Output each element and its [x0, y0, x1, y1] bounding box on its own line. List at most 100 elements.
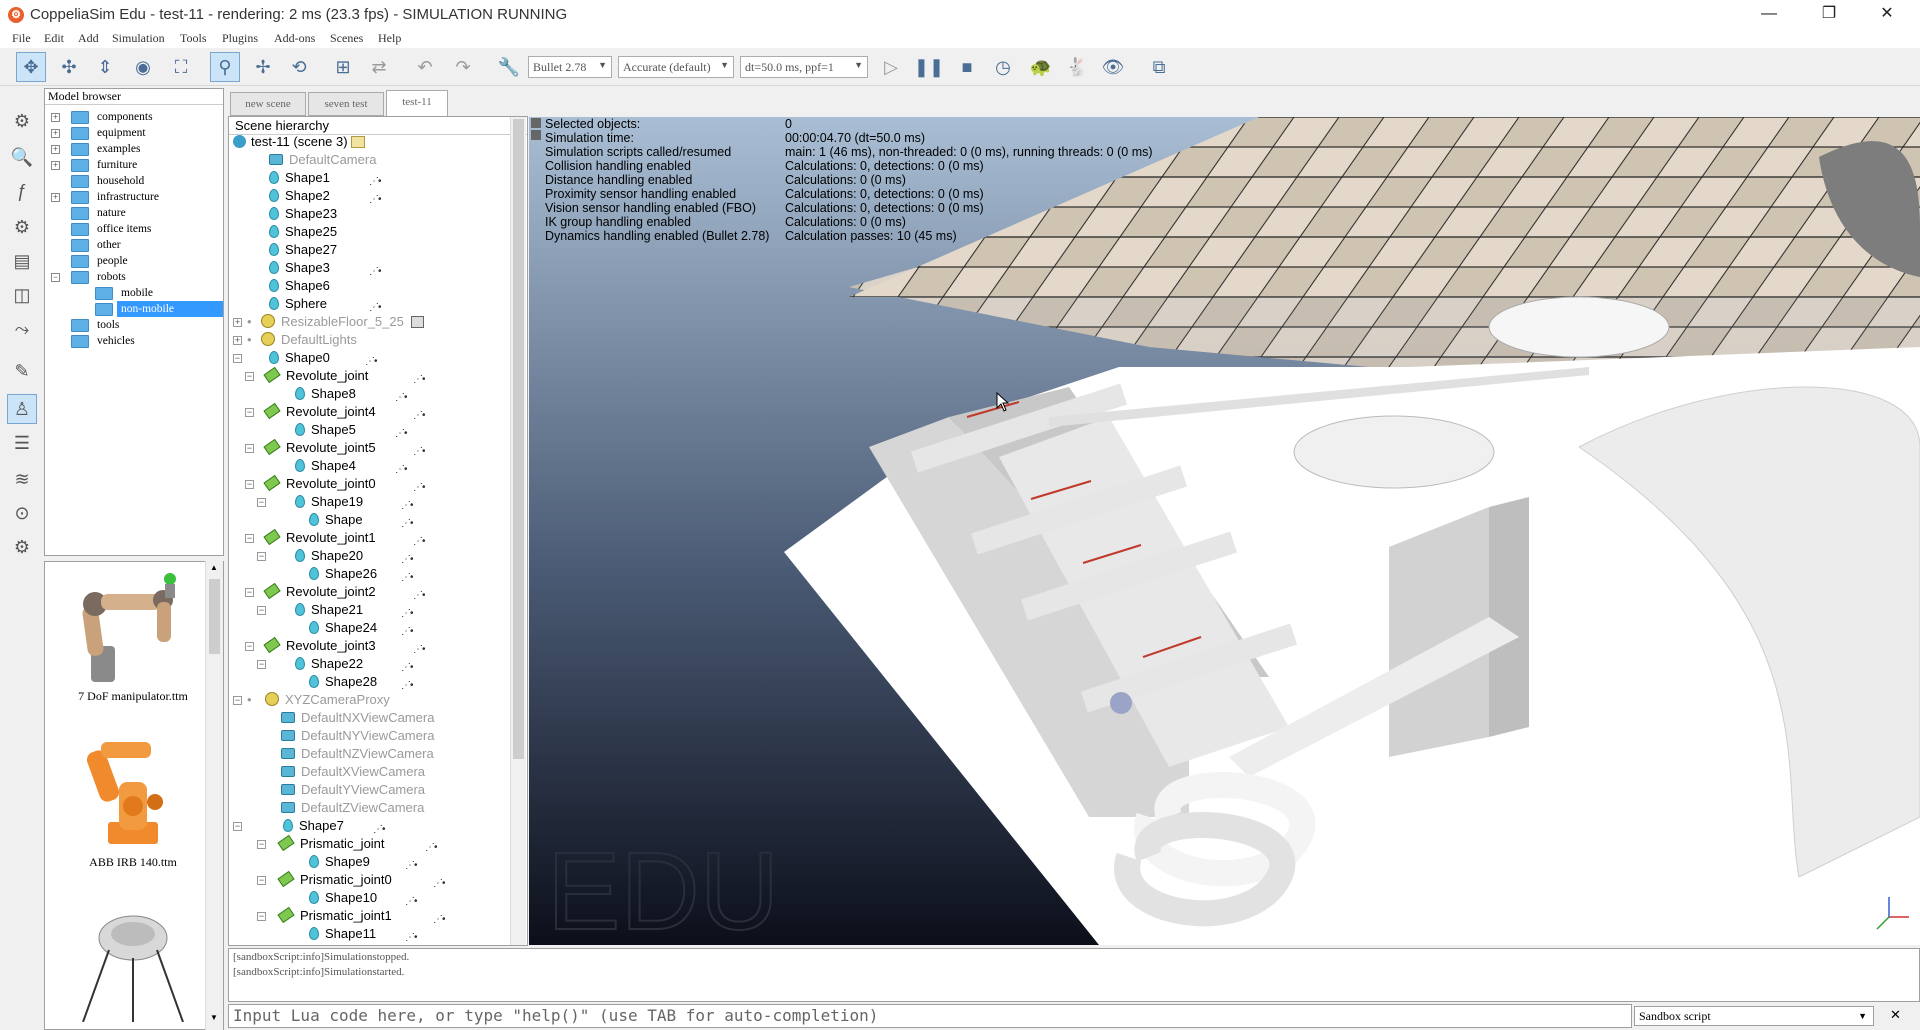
collections-icon[interactable]: ⚙ [7, 212, 37, 242]
model-thumbnail-7dof[interactable]: 7 DoF manipulator.ttm [53, 566, 213, 704]
tab-new-scene[interactable]: new scene [230, 92, 306, 116]
collapse-icon[interactable]: − [257, 876, 266, 885]
realtime-icon[interactable]: ◷ [988, 52, 1018, 82]
collapse-icon[interactable]: − [257, 552, 266, 561]
collapse-icon[interactable]: − [245, 408, 254, 417]
menu-add[interactable]: Add [78, 31, 99, 46]
collapse-icon[interactable]: − [245, 642, 254, 651]
model-folder[interactable]: mobile [45, 285, 223, 301]
model-folder[interactable]: tools [45, 317, 223, 333]
accuracy-select[interactable]: Accurate (default) ▼ [618, 56, 734, 78]
menu-file[interactable]: File [12, 31, 31, 46]
tree-item[interactable]: Shape6 [269, 277, 330, 295]
tree-item[interactable]: Shape3 ⋰• [269, 259, 381, 277]
camera-shift-icon[interactable]: ⇕ [90, 52, 120, 82]
timestep-select[interactable]: dt=50.0 ms, ppf=1 ▼ [740, 56, 868, 78]
model-folder[interactable]: − robots [45, 269, 223, 285]
tree-item[interactable]: − Revolute_joint5 ⋰• [245, 438, 425, 457]
tree-item[interactable]: − Revolute_joint ⋰• [245, 366, 425, 385]
3d-viewport[interactable]: EDU Selected objects: Simulation time: S… [529, 117, 1920, 945]
collapse-icon[interactable]: − [245, 534, 254, 543]
tree-item[interactable]: − Shape20 ⋰• [257, 547, 413, 565]
visualization-toggle-icon[interactable]: 👁 [1098, 52, 1128, 82]
fit-to-view-icon[interactable]: ⛶ [166, 52, 196, 82]
path-edit-icon[interactable]: ⤳ [7, 314, 37, 344]
model-folder[interactable]: people [45, 253, 223, 269]
dynamics-settings-icon[interactable]: 🔧 [494, 52, 524, 82]
menu-plugins[interactable]: Plugins [222, 31, 258, 46]
tree-item[interactable]: DefaultNYViewCamera [281, 727, 434, 745]
camera-pan-icon[interactable]: ✥ [16, 52, 46, 82]
speed-up-icon[interactable]: 🐇 [1062, 52, 1092, 82]
thumbnails-scrollbar[interactable]: ▲ ▼ [205, 561, 223, 1030]
tree-item[interactable]: Shape27 [269, 241, 337, 259]
collapse-icon[interactable]: − [257, 840, 266, 849]
tree-item[interactable]: Shape25 [269, 223, 337, 241]
tree-item[interactable]: DefaultCamera [269, 151, 376, 169]
expand-icon[interactable]: + [51, 193, 60, 202]
model-folder[interactable]: + furniture [45, 157, 223, 173]
tree-item[interactable]: Shape1 ⋰• [269, 169, 381, 187]
undo-icon[interactable]: ↶ [410, 52, 440, 82]
close-button[interactable]: ✕ [1864, 0, 1910, 30]
collapse-icon[interactable]: − [233, 822, 242, 831]
collapse-icon[interactable]: − [245, 588, 254, 597]
tree-item[interactable]: DefaultNXViewCamera [281, 709, 434, 727]
tree-item[interactable]: − Prismatic_joint ⋰• [257, 834, 437, 853]
tree-item[interactable]: Shape4 ⋰• [295, 457, 407, 475]
scene-selector-icon[interactable]: ⧉ [1144, 52, 1174, 82]
expand-icon[interactable]: + [51, 113, 60, 122]
tree-item[interactable]: − Shape0 ⋰• [233, 349, 377, 367]
model-folder[interactable]: vehicles [45, 333, 223, 349]
expand-icon[interactable]: + [233, 318, 242, 327]
maximize-button[interactable]: ❐ [1806, 0, 1852, 30]
model-folder[interactable]: household [45, 173, 223, 189]
shape-edit-icon[interactable]: ◫ [7, 280, 37, 310]
model-folder[interactable]: office items [45, 221, 223, 237]
tree-item[interactable]: DefaultXViewCamera [281, 763, 425, 781]
menu-help[interactable]: Help [378, 31, 401, 46]
collapse-icon[interactable]: − [257, 606, 266, 615]
collapse-icon[interactable]: − [233, 354, 242, 363]
hierarchy-scrollbar[interactable] [510, 117, 526, 945]
menu-tools[interactable]: Tools [180, 31, 207, 46]
slow-down-icon[interactable]: 🐢 [1026, 52, 1056, 82]
model-folder[interactable]: + infrastructure [45, 189, 223, 205]
play-icon[interactable]: ▷ [876, 52, 906, 82]
tree-item[interactable]: − Shape22 ⋰• [257, 655, 413, 673]
status-console[interactable]: [sandboxScript:info]Simulationstopped. [… [228, 948, 1920, 1002]
tree-item[interactable]: Shape9 ⋰• [309, 853, 417, 871]
menu-scenes[interactable]: Scenes [330, 31, 363, 46]
close-icon[interactable]: ✕ [1890, 1007, 1901, 1023]
expand-icon[interactable]: + [51, 129, 60, 138]
tree-item[interactable]: − Revolute_joint0 ⋰• [245, 474, 425, 493]
menu-edit[interactable]: Edit [44, 31, 64, 46]
collapse-icon[interactable]: − [245, 444, 254, 453]
click-selection-icon[interactable]: ⚲ [210, 52, 240, 82]
tree-item[interactable]: Shape ⋰• [309, 511, 413, 529]
object-shift-icon[interactable]: ✢ [248, 52, 278, 82]
model-folder[interactable]: + examples [45, 141, 223, 157]
video-recorder-icon[interactable]: ⊙ [7, 498, 37, 528]
model-thumbnail-abb[interactable]: ABB IRB 140.ttm [53, 732, 213, 870]
tree-item[interactable]: − Prismatic_joint1 ⋰• [257, 906, 445, 925]
calculation-modules-icon[interactable]: 🔍 [7, 142, 37, 172]
model-thumbnail-delta[interactable] [53, 902, 213, 1025]
tree-item[interactable]: Shape24 ⋰• [309, 619, 413, 637]
lua-command-input[interactable]: Input Lua code here, or type "help()" (u… [228, 1004, 1632, 1028]
expand-icon[interactable]: + [51, 145, 60, 154]
scroll-thumb[interactable] [513, 119, 524, 759]
scroll-up-icon[interactable]: ▲ [210, 563, 218, 572]
tree-item[interactable]: − Prismatic_joint0 ⋰• [257, 870, 445, 889]
selection-icon[interactable]: ✎ [7, 356, 37, 386]
scroll-thumb[interactable] [209, 579, 220, 654]
expand-icon[interactable]: + [233, 336, 242, 345]
script-select[interactable]: Sandbox script ▼ [1634, 1006, 1874, 1026]
tab-seven-test[interactable]: seven test [308, 92, 384, 116]
model-folder[interactable]: + components [45, 109, 223, 125]
stop-icon[interactable]: ■ [952, 52, 982, 82]
tree-item[interactable]: Sphere ⋰• [269, 295, 381, 313]
tree-item[interactable]: Shape11 ⋰• [309, 925, 417, 943]
layers-icon[interactable]: ≋ [7, 464, 37, 494]
physics-engine-select[interactable]: Bullet 2.78 ▼ [528, 56, 612, 78]
